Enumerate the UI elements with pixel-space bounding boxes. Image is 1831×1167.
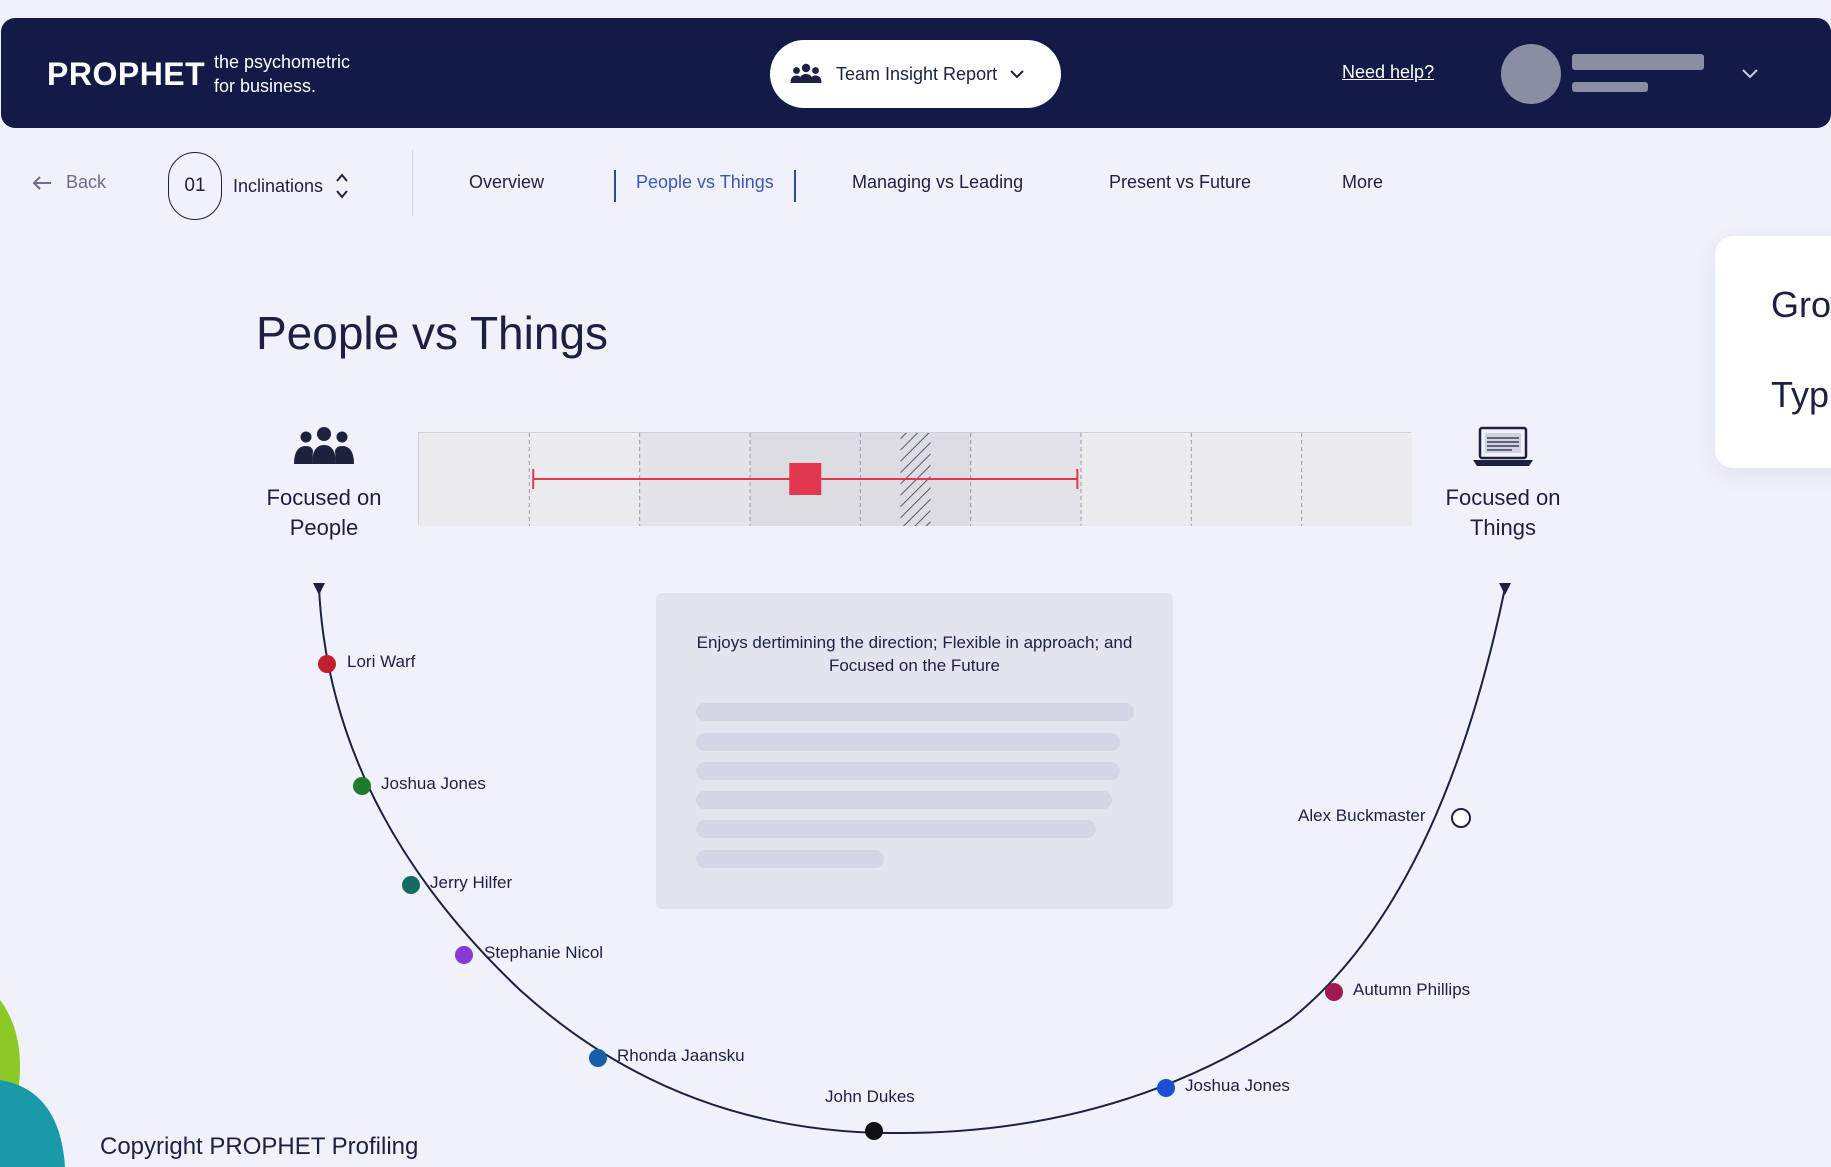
member-dot-joshua-jones-left: [353, 777, 371, 795]
member-dot-joshua-jones-right: [1157, 1079, 1175, 1097]
member-label[interactable]: Jerry Hilfer: [430, 873, 512, 893]
page-title: People vs Things: [256, 307, 609, 359]
member-label[interactable]: Lori Warf: [347, 652, 415, 672]
section-label: Inclinations: [233, 175, 324, 196]
active-tab-bar-right: [794, 170, 796, 202]
team-icon: [790, 63, 822, 83]
tab-people-vs-things[interactable]: People vs Things: [636, 172, 774, 193]
skeleton-line: [696, 820, 1096, 838]
top-header: PROPHET the psychometric for business. T…: [1, 18, 1831, 128]
people-vs-things-scale: [418, 432, 1412, 526]
tab-more[interactable]: More: [1342, 172, 1383, 193]
member-label[interactable]: Joshua Jones: [381, 774, 486, 794]
tab-overview[interactable]: Overview: [469, 172, 544, 193]
back-button[interactable]: Back: [32, 172, 106, 193]
member-label[interactable]: Rhonda Jaansku: [617, 1046, 745, 1066]
scale-segment: [1081, 433, 1192, 526]
scale-team-marker: [789, 463, 822, 495]
step-number: 01: [168, 152, 222, 220]
chevron-down-icon: [1010, 70, 1024, 79]
left-pole-line1: Focused on: [266, 485, 382, 510]
member-label[interactable]: Stephanie Nicol: [484, 943, 603, 963]
user-avatar[interactable]: [1501, 44, 1561, 104]
right-pole-label: Focused on Things: [1418, 483, 1588, 543]
description-card: Enjoys dertimining the direction; Flexib…: [656, 593, 1173, 909]
member-dot-john-dukes: [865, 1122, 883, 1140]
copyright-text: Copyright PROPHET Profiling: [100, 1133, 419, 1160]
member-dot-stephanie-nicol: [455, 946, 473, 964]
scale-segment: [1191, 433, 1302, 526]
side-card-line2: Typ: [1771, 374, 1830, 415]
arrow-left-icon: [32, 175, 51, 190]
skeleton-line: [696, 850, 884, 868]
need-help-link[interactable]: Need help?: [1342, 62, 1434, 83]
member-label[interactable]: Joshua Jones: [1185, 1076, 1290, 1096]
member-label[interactable]: Autumn Phillips: [1353, 980, 1470, 1000]
scale-segment: [1301, 433, 1412, 526]
description-text: Enjoys dertimining the direction; Flexib…: [696, 633, 1133, 675]
group-summary-card: Gro Typ: [1715, 236, 1831, 468]
arc-right-arrow: [1499, 583, 1511, 595]
nav-divider: [412, 150, 413, 216]
member-dot-autumn-phillips: [1325, 983, 1343, 1001]
member-dot-rhonda-jaansku: [589, 1049, 607, 1067]
user-menu-chevron-icon[interactable]: [1741, 68, 1759, 80]
right-pole-line2: Things: [1469, 515, 1537, 540]
user-name-placeholder: [1572, 54, 1704, 70]
skeleton-line: [696, 791, 1112, 809]
right-pole-line1: Focused on: [1445, 485, 1561, 510]
section-selector[interactable]: Inclinations: [233, 172, 349, 200]
laptop-icon: [1473, 426, 1533, 466]
scale-segment: [419, 433, 530, 526]
arc-left-arrow: [313, 583, 325, 595]
member-dot-lori-warf: [318, 655, 336, 673]
active-tab-bar-left: [614, 170, 616, 202]
back-label: Back: [66, 172, 107, 192]
report-selector[interactable]: Team Insight Report: [770, 40, 1061, 108]
logo-tagline: the psychometric for business.: [214, 52, 351, 96]
skeleton-line: [696, 703, 1134, 721]
left-pole-line2: People: [289, 515, 359, 540]
skeleton-line: [696, 762, 1120, 780]
prophet-logo[interactable]: PROPHET: [47, 56, 205, 93]
report-selector-label: Team Insight Report: [836, 63, 998, 84]
member-dot-jerry-hilfer: [402, 876, 420, 894]
side-card-line1: Gro: [1771, 284, 1831, 325]
scale-graphic: [419, 433, 1412, 526]
decorative-blob: [0, 1000, 65, 1167]
tab-present-vs-future[interactable]: Present vs Future: [1109, 172, 1251, 193]
skeleton-line: [696, 733, 1120, 751]
left-pole-label: Focused on People: [239, 483, 409, 543]
member-label[interactable]: John Dukes: [825, 1087, 915, 1107]
user-role-placeholder: [1572, 82, 1648, 92]
tab-managing-vs-leading[interactable]: Managing vs Leading: [852, 172, 1023, 193]
member-label[interactable]: Alex Buckmaster: [1298, 806, 1426, 826]
people-group-icon: [294, 427, 354, 464]
member-dot-alex-buckmaster: [1451, 808, 1471, 828]
up-down-chevron-icon: [336, 173, 348, 199]
